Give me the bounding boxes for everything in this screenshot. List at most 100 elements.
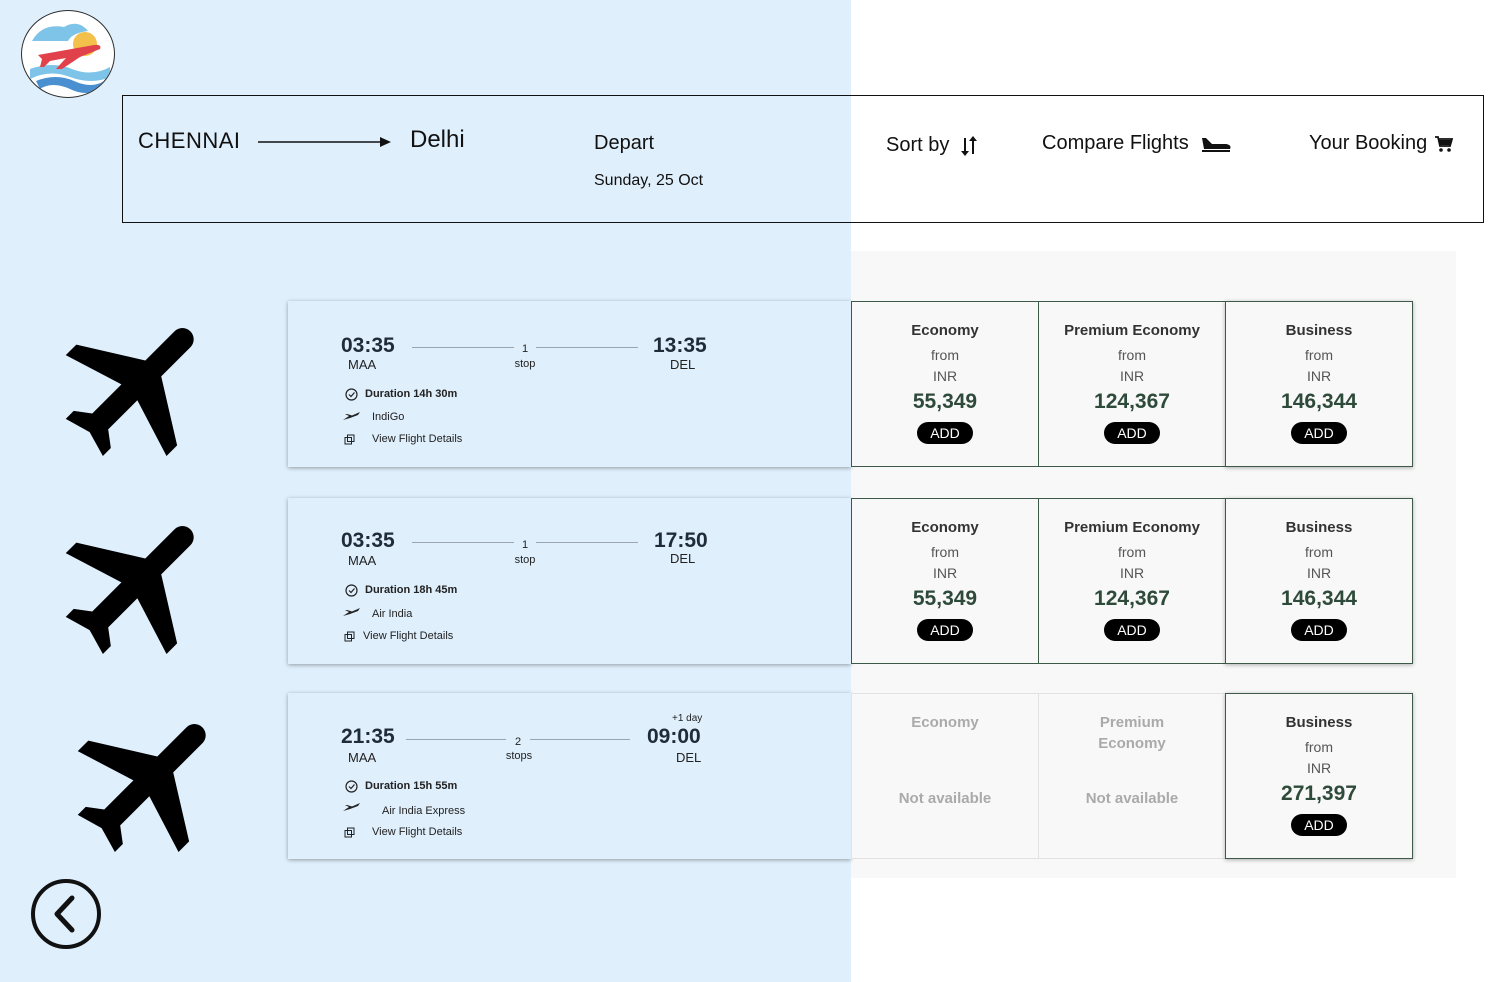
fare-currency: INR [932,368,958,384]
origin-city[interactable]: CHENNAI [138,128,241,154]
departure-code: MAA [348,750,377,765]
fare-price: 55,349 [912,587,978,610]
fare-price: 146,344 [1281,587,1357,610]
fare-class-name: Business [1285,322,1353,339]
clock-icon [345,388,358,401]
route-line [530,739,630,740]
departure-time: 21:35 [341,725,395,748]
cart-icon [1434,135,1453,152]
fare-price: 271,397 [1281,782,1357,805]
sort-by-label: Sort by [886,134,950,156]
fare-currency: INR [1119,565,1145,581]
departure-time: 03:35 [341,529,395,552]
route-line [412,542,514,543]
flight-summary: 21:35 MAA 2 stops +1 day 09:00 DEL Durat… [288,693,851,859]
airline-logo-icon[interactable] [21,10,115,98]
external-link-icon [344,434,355,445]
airplane-icon [65,328,194,456]
arrival-time: 09:00 [647,725,701,748]
departure-time: 03:35 [341,334,395,357]
airline-plane-icon [343,803,360,811]
fare-currency: INR [1306,368,1332,384]
fare-from-label: from [1305,739,1333,755]
fare-price: 55,349 [912,390,978,413]
add-business-button[interactable]: ADD [1291,422,1347,444]
fare-class-name: Business [1285,519,1353,536]
departure-code: MAA [348,553,377,568]
flight-card[interactable]: 03:35 MAA 1 stop 13:35 DEL Duration 14h … [288,301,1413,467]
view-flight-details-link[interactable]: View Flight Details [372,826,462,838]
add-economy-button[interactable]: ADD [917,422,973,444]
arrival-time: 17:50 [654,529,708,552]
fare-class-name: Economy [911,322,979,339]
external-link-icon [344,827,355,838]
add-premium-economy-button[interactable]: ADD [1104,422,1160,444]
stop-count: 1 [521,343,529,355]
flight-card[interactable]: 21:35 MAA 2 stops +1 day 09:00 DEL Durat… [288,693,1413,859]
fare-price: 146,344 [1281,390,1357,413]
fare-price: 124,367 [1094,587,1170,610]
add-business-button[interactable]: ADD [1291,814,1347,836]
not-available-label: Not available [898,790,992,807]
destination-city[interactable]: Delhi [410,126,465,154]
airplane-icon [77,724,206,852]
fare-from-label: from [931,347,959,363]
add-economy-button[interactable]: ADD [917,619,973,641]
fare-currency: INR [1306,565,1332,581]
compare-flights-label: Compare Flights [1042,132,1189,154]
fare-class-name: Premium Economy [1064,322,1200,339]
airline-plane-icon [343,608,360,616]
search-summary-bar: CHENNAI Delhi Depart Sunday, 25 Oct Sort… [122,95,1484,223]
flight-card[interactable]: 03:35 MAA 1 stop 17:50 DEL Duration 18h … [288,498,1413,664]
compare-flights-button[interactable]: Compare Flights [1042,132,1232,155]
fare-currency: INR [932,565,958,581]
fare-class-name: Business [1285,714,1353,731]
your-booking-label: Your Booking [1309,132,1428,154]
fare-premium-economy[interactable]: Premium Economy from INR 124,367 ADD [1038,301,1226,467]
fare-currency: INR [1306,760,1332,776]
fare-economy[interactable]: Economy from INR 55,349 ADD [851,301,1039,467]
fare-from-label: from [1118,544,1146,560]
fare-class-name: Economy [911,519,979,536]
not-available-label: Not available [1085,790,1179,807]
fare-economy: Economy Not available [851,693,1039,859]
flight-summary: 03:35 MAA 1 stop 17:50 DEL Duration 18h … [288,498,851,664]
fare-from-label: from [1118,347,1146,363]
fare-from-label: from [1305,347,1333,363]
stop-label: stop [514,554,536,566]
fare-from-label: from [1305,544,1333,560]
arrival-code: DEL [670,357,696,372]
fare-economy[interactable]: Economy from INR 55,349 ADD [851,498,1039,664]
fare-premium-economy[interactable]: Premium Economy from INR 124,367 ADD [1038,498,1226,664]
airplane-landing-icon [1202,137,1231,152]
your-booking-button[interactable]: Your Booking [1309,132,1453,155]
fare-class-name: Premium Economy [1098,714,1166,752]
external-link-icon [344,631,355,642]
stop-label: stop [514,358,536,370]
route-line [536,347,638,348]
back-arrow-icon [54,895,75,933]
airline-name: Air India Express [382,805,466,817]
depart-label: Depart [594,132,655,154]
view-flight-details-link[interactable]: View Flight Details [372,433,462,445]
airline-name: Air India [372,608,413,620]
add-business-button[interactable]: ADD [1291,619,1347,641]
sort-arrows-icon [960,135,977,156]
fare-business[interactable]: Business from INR 271,397 ADD [1225,693,1413,859]
fare-premium-economy: Premium Economy Not available [1038,693,1226,859]
airplane-icon [65,526,194,654]
route-line [412,347,514,348]
flight-duration: Duration 18h 45m [365,584,458,596]
fare-from-label: from [931,544,959,560]
route-line [536,542,638,543]
airline-name: IndiGo [372,411,405,423]
flight-duration: Duration 14h 30m [365,388,458,400]
fare-business[interactable]: Business from INR 146,344 ADD [1225,498,1413,664]
sort-by-button[interactable]: Sort by [886,134,977,157]
back-button[interactable] [31,879,101,949]
add-premium-economy-button[interactable]: ADD [1104,619,1160,641]
view-flight-details-link[interactable]: View Flight Details [363,630,453,642]
airline-plane-icon [343,412,360,420]
fare-business[interactable]: Business from INR 146,344 ADD [1225,301,1413,467]
depart-date[interactable]: Sunday, 25 Oct [594,172,703,190]
